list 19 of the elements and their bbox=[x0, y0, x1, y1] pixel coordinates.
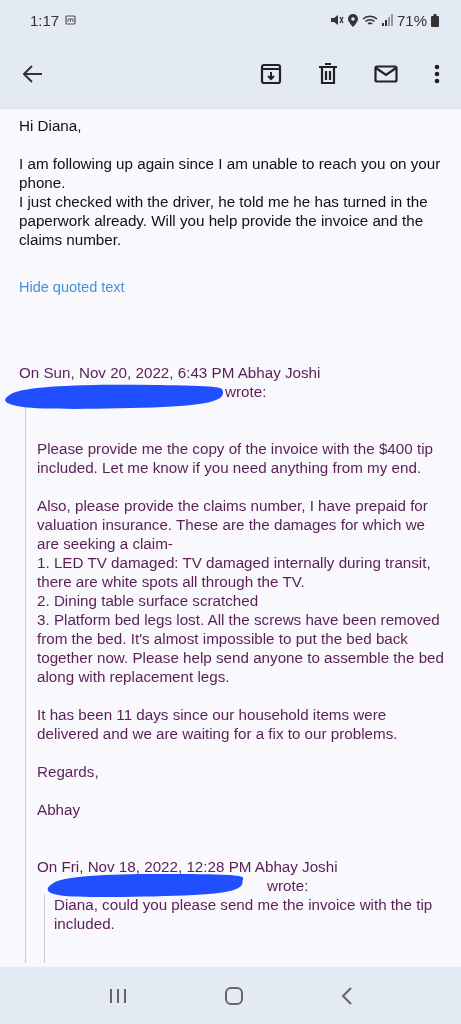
quote-text: 3. Platform bed legs lost. All the screws have been removed from the bed. It's almost impossible to put the bed back together now. Please help send anyone to assemble the bed along with replacement legs. bbox=[37, 610, 445, 686]
quote-text: Regards, bbox=[37, 762, 100, 781]
quote-text: It has been 11 days since our household items were delivered and we are waiting for a fix to our problems. bbox=[37, 705, 399, 743]
quote-text: Diana, could you please send me the invoice with the tip included. bbox=[54, 895, 434, 933]
wrote-text: wrote: bbox=[267, 876, 309, 895]
wrote-text: wrote: bbox=[225, 382, 267, 401]
message-text: I am following up again since I am unable to reach you on your phone. bbox=[19, 154, 442, 192]
quote-text: Please provide me the copy of the invoice with the $400 tip included. Let me know if you need anything from my end. bbox=[37, 439, 434, 477]
hide-quoted-text-link[interactable]: Hide quoted text bbox=[19, 278, 449, 297]
quote-header: On Sun, Nov 20, 2022, 6:43 PM Abhay Joshi bbox=[19, 363, 322, 382]
status-time: 1:17 bbox=[30, 11, 60, 29]
quote-text: Abhay bbox=[37, 800, 82, 819]
battery-percent: 71% bbox=[396, 11, 427, 29]
quote-text: 1. LED TV damaged: TV damaged internally during transit, there are white spots all through the TV. bbox=[37, 553, 432, 591]
quote-text: 2. Dining table surface scratched bbox=[37, 591, 260, 610]
greeting-text: Hi Diana, bbox=[19, 116, 83, 135]
quote-header: On Fri, Nov 18, 2022, 12:28 PM Abhay Joshi bbox=[37, 857, 339, 876]
message-text: I just checked with the driver, he told me he has turned in the paperwork already. Will you help provide the invoice and the claims number. bbox=[19, 192, 429, 249]
quote-text: Also, please provide the claims number, I have prepaid for valuation insurance. These are the damages for which we are seeking a claim- bbox=[37, 496, 429, 553]
